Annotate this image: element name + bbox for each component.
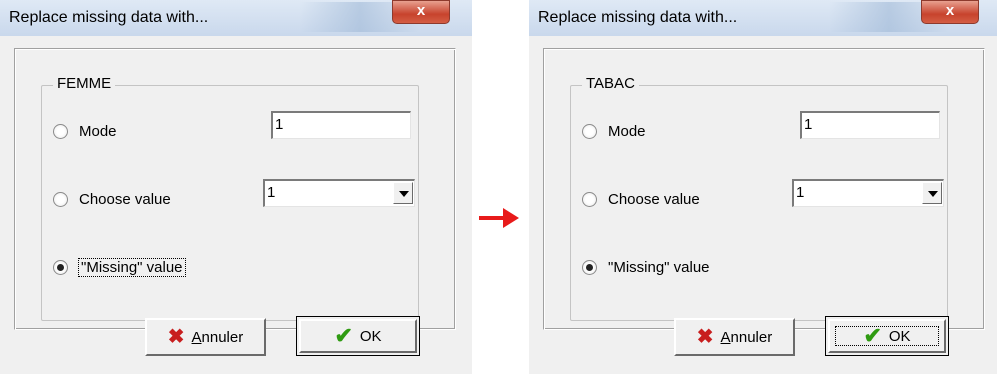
chevron-down-icon[interactable] [393,182,413,204]
variable-group-label: FEMME [53,75,116,92]
mode-value-field[interactable]: 1 [800,111,940,139]
radio-mode[interactable]: Mode [582,123,646,140]
title-bar[interactable]: Replace missing data with... x [529,0,997,36]
choose-value-selected: 1 [267,184,276,201]
radio-missing-value-label: "Missing" value [78,258,186,277]
options-panel: FEMME Mode 1 Choose value 1 "Missing" va… [14,48,456,330]
dialog-client: TABAC Mode 1 Choose value 1 "Missing" va… [537,36,993,374]
title-bar[interactable]: Replace missing data with... x [0,0,472,36]
radio-missing-value-label: "Missing" value [608,259,710,276]
dialog-title: Replace missing data with... [538,9,738,26]
dialog-client: FEMME Mode 1 Choose value 1 "Missing" va… [8,36,464,374]
radio-choose-value[interactable]: Choose value [582,191,700,208]
close-button[interactable]: x [921,0,979,24]
close-button[interactable]: x [392,0,450,24]
radio-missing-value[interactable]: "Missing" value [582,259,710,276]
radio-mode[interactable]: Mode [53,123,117,140]
radio-mode-label: Mode [79,123,117,140]
choose-value-dropdown[interactable]: 1 [263,179,415,207]
radio-mode-label: Mode [608,123,646,140]
radio-missing-value-circle[interactable] [53,260,68,275]
x-cross-icon: ✖ [696,326,714,348]
check-icon: ✔ [334,323,353,348]
dialog-title: Replace missing data with... [9,9,209,26]
dialog-right: Replace missing data with... x TABAC Mod… [529,0,997,374]
radio-choose-value-label: Choose value [608,191,700,208]
choose-value-selected: 1 [796,184,805,201]
radio-choose-value-label: Choose value [79,191,171,208]
variable-group-label: TABAC [582,75,639,92]
ok-label: OK [888,327,911,345]
cancel-button[interactable]: ✖ Annuler [145,318,266,356]
radio-choose-value-circle[interactable] [582,192,597,207]
check-icon: ✔ [863,323,882,348]
ok-label: OK [359,327,382,345]
ok-button[interactable]: ✔ OK [296,316,420,356]
radio-mode-circle[interactable] [53,124,68,139]
ok-button[interactable]: ✔ OK [825,316,949,356]
cancel-label: Annuler [191,328,244,346]
options-panel: TABAC Mode 1 Choose value 1 "Missing" va… [543,48,985,330]
radio-choose-value[interactable]: Choose value [53,191,171,208]
radio-missing-value-circle[interactable] [582,260,597,275]
chevron-down-icon[interactable] [922,182,942,204]
choose-value-dropdown[interactable]: 1 [792,179,944,207]
radio-missing-value[interactable]: "Missing" value [53,258,186,277]
cancel-label: Annuler [720,328,773,346]
radio-mode-circle[interactable] [582,124,597,139]
mode-value-field[interactable]: 1 [271,111,411,139]
right-arrow-icon [477,206,521,230]
radio-choose-value-circle[interactable] [53,192,68,207]
x-cross-icon: ✖ [167,326,185,348]
dialog-left: Replace missing data with... x FEMME Mod… [0,0,472,374]
cancel-button[interactable]: ✖ Annuler [674,318,795,356]
